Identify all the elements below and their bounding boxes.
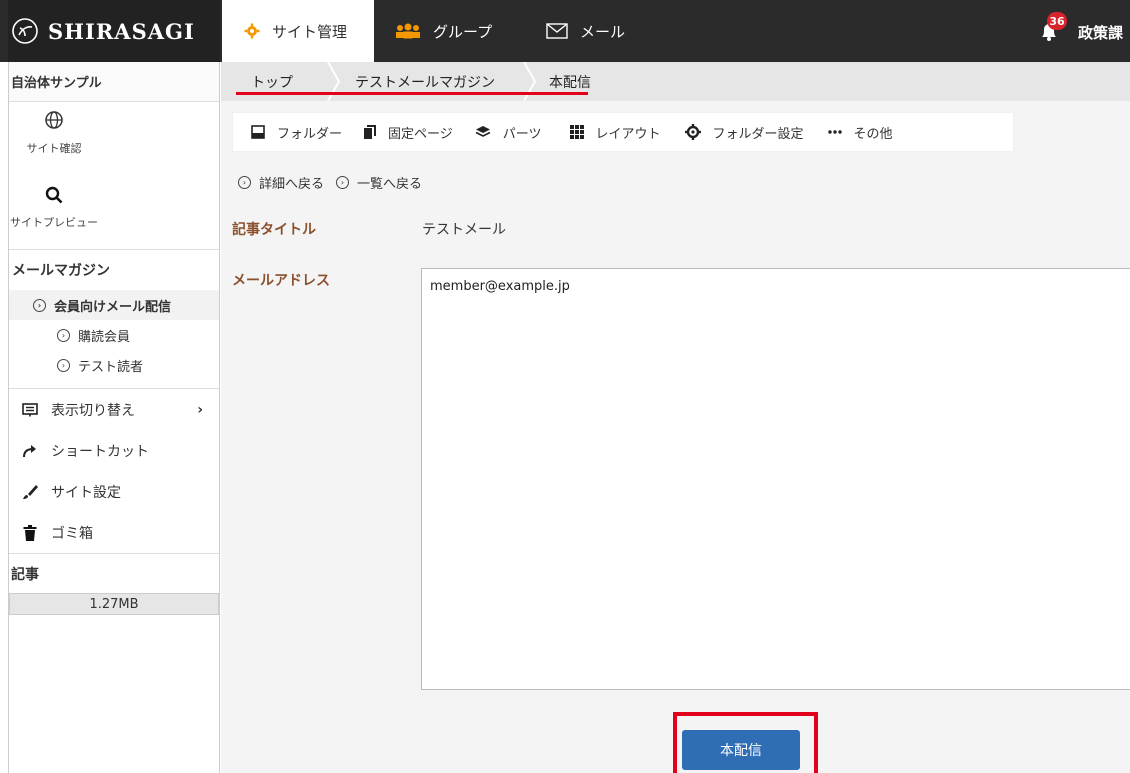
mail-address-value: member@example.jp: [430, 279, 570, 294]
toolbar-layout[interactable]: レイアウト: [569, 123, 661, 142]
site-name[interactable]: 自治体サンプル: [9, 62, 219, 102]
toolbar-folder-settings[interactable]: フォルダー設定: [684, 123, 804, 142]
site-check-button[interactable]: サイト確認: [9, 110, 99, 156]
menu-label: サイト設定: [51, 484, 121, 501]
tab-group[interactable]: グループ: [375, 0, 525, 62]
node-label: 会員向けメール配信: [54, 299, 172, 315]
menu-label: 表示切り替え: [51, 402, 135, 419]
breadcrumb-item-magazine[interactable]: テストメールマガジン: [341, 62, 537, 101]
circle-chevron-icon: ›: [57, 328, 70, 342]
sidebar-node-subscribers[interactable]: › 購読会員: [9, 320, 219, 350]
tab-label: グループ: [433, 22, 493, 41]
tab-label: メール: [580, 22, 626, 41]
breadcrumb: トップ テストメールマガジン 本配信: [221, 62, 1130, 101]
usage-section-title: 記事: [9, 553, 219, 593]
sidebar-section-title[interactable]: メールマガジン: [9, 250, 219, 290]
sidebar-menu: 表示切り替え › ショートカット サイト設定 ゴミ箱: [9, 388, 219, 553]
envelope-icon: [546, 23, 568, 39]
menu-label: ゴミ箱: [51, 525, 93, 542]
more-icon: [827, 130, 842, 134]
toolbar-folder[interactable]: フォルダー: [251, 123, 342, 142]
node-label: テスト読者: [78, 359, 144, 375]
toolbar-fixed-page[interactable]: 固定ページ: [364, 123, 453, 142]
toolbar-parts[interactable]: パーツ: [475, 123, 542, 142]
sidebar-item-trash[interactable]: ゴミ箱: [9, 512, 219, 553]
user-group-name[interactable]: 政策課: [1078, 22, 1123, 43]
app-logo[interactable]: SHIRASAGI: [8, 0, 220, 62]
address-label: メールアドレス: [232, 273, 330, 289]
sidebar-node-test-readers[interactable]: › テスト読者: [9, 350, 219, 380]
layers-icon: [475, 125, 491, 139]
toolbar-more[interactable]: その他: [827, 123, 893, 142]
content-toolbar: フォルダー 固定ページ パーツ レイアウト フォルダー設定 その他: [232, 112, 1014, 152]
back-to-detail-link[interactable]: › 詳細へ戻る: [238, 173, 324, 192]
brush-icon: [21, 484, 39, 500]
sidebar-item-site-settings[interactable]: サイト設定: [9, 471, 219, 512]
circle-chevron-icon: ›: [57, 358, 70, 372]
back-links: › 詳細へ戻る › 一覧へ戻る: [238, 173, 434, 192]
folder-icon: [251, 125, 265, 139]
gear-icon: [244, 23, 260, 39]
search-icon: [45, 186, 63, 208]
send-button-highlight: [673, 712, 818, 773]
breadcrumb-separator: [327, 62, 341, 101]
sidebar-item-shortcut[interactable]: ショートカット: [9, 430, 219, 471]
back-to-list-link[interactable]: › 一覧へ戻る: [336, 173, 422, 192]
circle-chevron-icon: ›: [33, 298, 46, 312]
page-icon: [364, 125, 377, 139]
quick-actions: サイト確認 サイトプレビュー: [9, 102, 219, 250]
mail-address-textarea[interactable]: member@example.jp: [421, 268, 1130, 690]
node-label: 購読会員: [78, 329, 131, 345]
breadcrumb-highlight: [236, 92, 588, 95]
users-icon: [395, 23, 421, 39]
heron-logo-icon: [8, 14, 42, 48]
site-check-label: サイト確認: [26, 142, 82, 155]
tab-label: サイト管理: [272, 22, 348, 41]
breadcrumb-separator: [523, 62, 537, 101]
title-value: テストメール: [422, 222, 506, 238]
tab-site-management[interactable]: サイト管理: [222, 0, 374, 62]
tab-mail[interactable]: メール: [528, 0, 668, 62]
breadcrumb-item-current: 本配信: [549, 74, 591, 91]
trash-icon: [21, 524, 39, 541]
display-icon: [21, 402, 39, 417]
breadcrumb-item-top[interactable]: トップ: [221, 62, 341, 101]
circle-chevron-icon: ›: [336, 176, 350, 189]
notification-badge: 36: [1047, 12, 1067, 30]
site-preview-label: サイトプレビュー: [10, 216, 98, 229]
sidebar-item-display-toggle[interactable]: 表示切り替え ›: [9, 389, 219, 430]
circle-chevron-icon: ›: [238, 176, 251, 189]
menu-label: ショートカット: [51, 443, 149, 460]
cog-icon: [684, 124, 701, 140]
sidebar-node-member-mail[interactable]: › 会員向けメール配信: [9, 290, 219, 320]
globe-icon: [44, 111, 64, 134]
sidebar: 自治体サンプル サイト確認 サイトプレビュー メールマガジン › 会員向けメール…: [8, 62, 220, 773]
logo-text: SHIRASAGI: [48, 18, 195, 44]
share-arrow-icon: [21, 444, 39, 458]
chevron-right-icon: ›: [197, 401, 203, 418]
grid-icon: [569, 125, 584, 139]
top-bar: SHIRASAGI サイト管理 グループ メール 36 政策課: [0, 0, 1130, 62]
title-label: 記事タイトル: [232, 222, 316, 238]
usage-meter: 1.27MB: [9, 593, 219, 615]
site-preview-button[interactable]: サイトプレビュー: [9, 186, 99, 230]
